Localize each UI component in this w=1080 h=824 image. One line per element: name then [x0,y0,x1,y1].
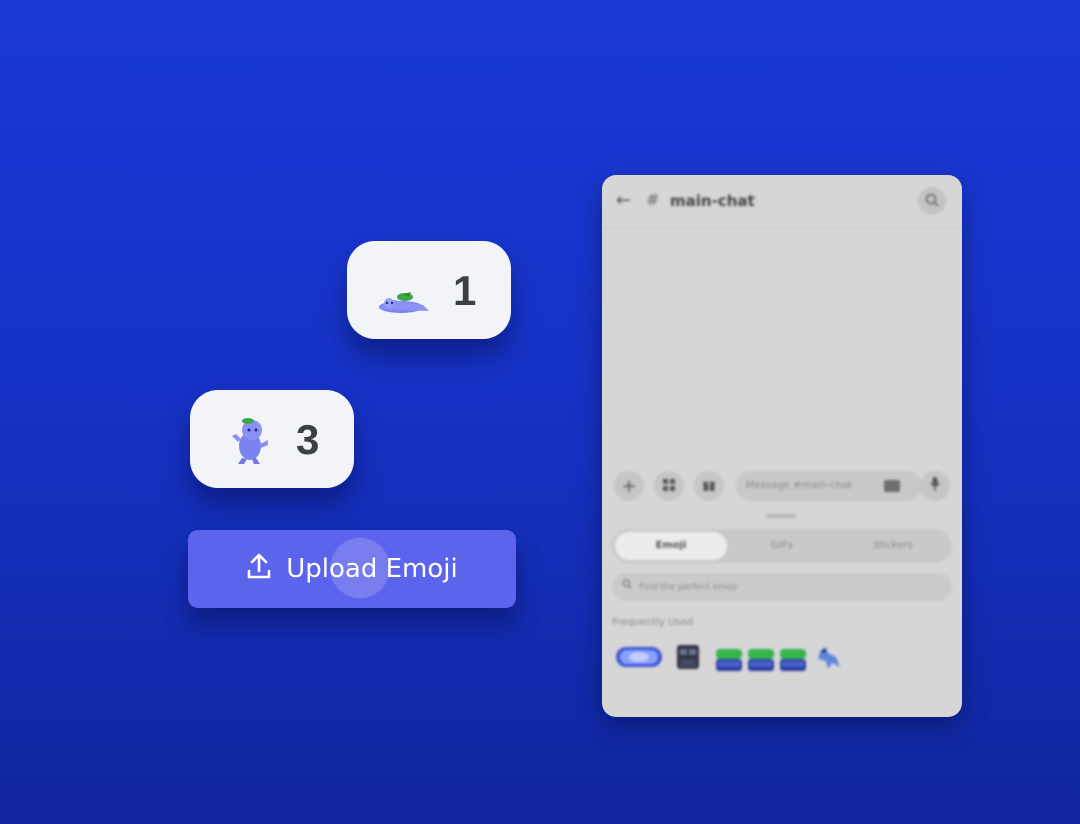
frequently-used-emoji-row [614,641,954,677]
tab-emoji[interactable]: Emoji [615,532,727,560]
add-button[interactable]: + [614,471,644,501]
message-composer: + Message #main-chat [602,471,962,511]
gift-button[interactable] [694,471,724,501]
back-arrow-icon[interactable]: ← [616,190,631,211]
search-icon [622,573,632,601]
emoji-search-placeholder: Find the perfect emoji [638,582,738,593]
chat-window: ← # main-chat › + Message #main-chat Emo… [602,175,962,717]
emoji-search-input[interactable]: Find the perfect emoji [612,573,952,601]
emoji-dark-wumpus[interactable] [674,641,702,677]
emoji-frog-1[interactable] [714,641,744,677]
emoji-frog-3[interactable] [778,641,808,677]
frequently-used-label: Frequently Used [612,617,694,628]
tab-gifs[interactable]: GIFs [726,532,838,560]
channel-name[interactable]: main-chat [670,192,755,210]
upload-icon [246,552,272,587]
gift-icon [702,476,716,497]
reaction-count: 3 [296,416,320,463]
reaction-chip-1[interactable]: 1 [347,241,511,339]
emoji-frog-2[interactable] [746,641,776,677]
chat-header: ← # main-chat › [602,175,962,228]
apps-grid-icon [662,476,676,497]
emoji-blue-wumpus[interactable] [814,641,846,677]
gif-picker-icon[interactable] [884,480,900,492]
hash-icon: # [646,190,660,209]
search-button[interactable] [918,187,946,215]
plus-icon: + [621,475,637,497]
voice-button[interactable] [920,471,950,501]
microphone-icon [929,476,941,497]
upload-emoji-button[interactable]: Upload Emoji [188,530,516,608]
wumpus-dancing-emoji [230,416,270,470]
tab-stickers[interactable]: Stickers [837,532,949,560]
wumpus-lying-emoji [377,291,431,319]
emoji-wumpus-badge[interactable] [614,641,664,675]
picker-drag-handle[interactable] [766,514,796,518]
chevron-right-icon: › [752,192,756,203]
search-icon [925,192,939,211]
apps-button[interactable] [654,471,684,501]
upload-emoji-label: Upload Emoji [286,554,458,584]
picker-tabs: Emoji GIFs Stickers [612,529,952,563]
reaction-chip-3[interactable]: 3 [190,390,354,488]
reaction-count: 1 [453,267,477,314]
